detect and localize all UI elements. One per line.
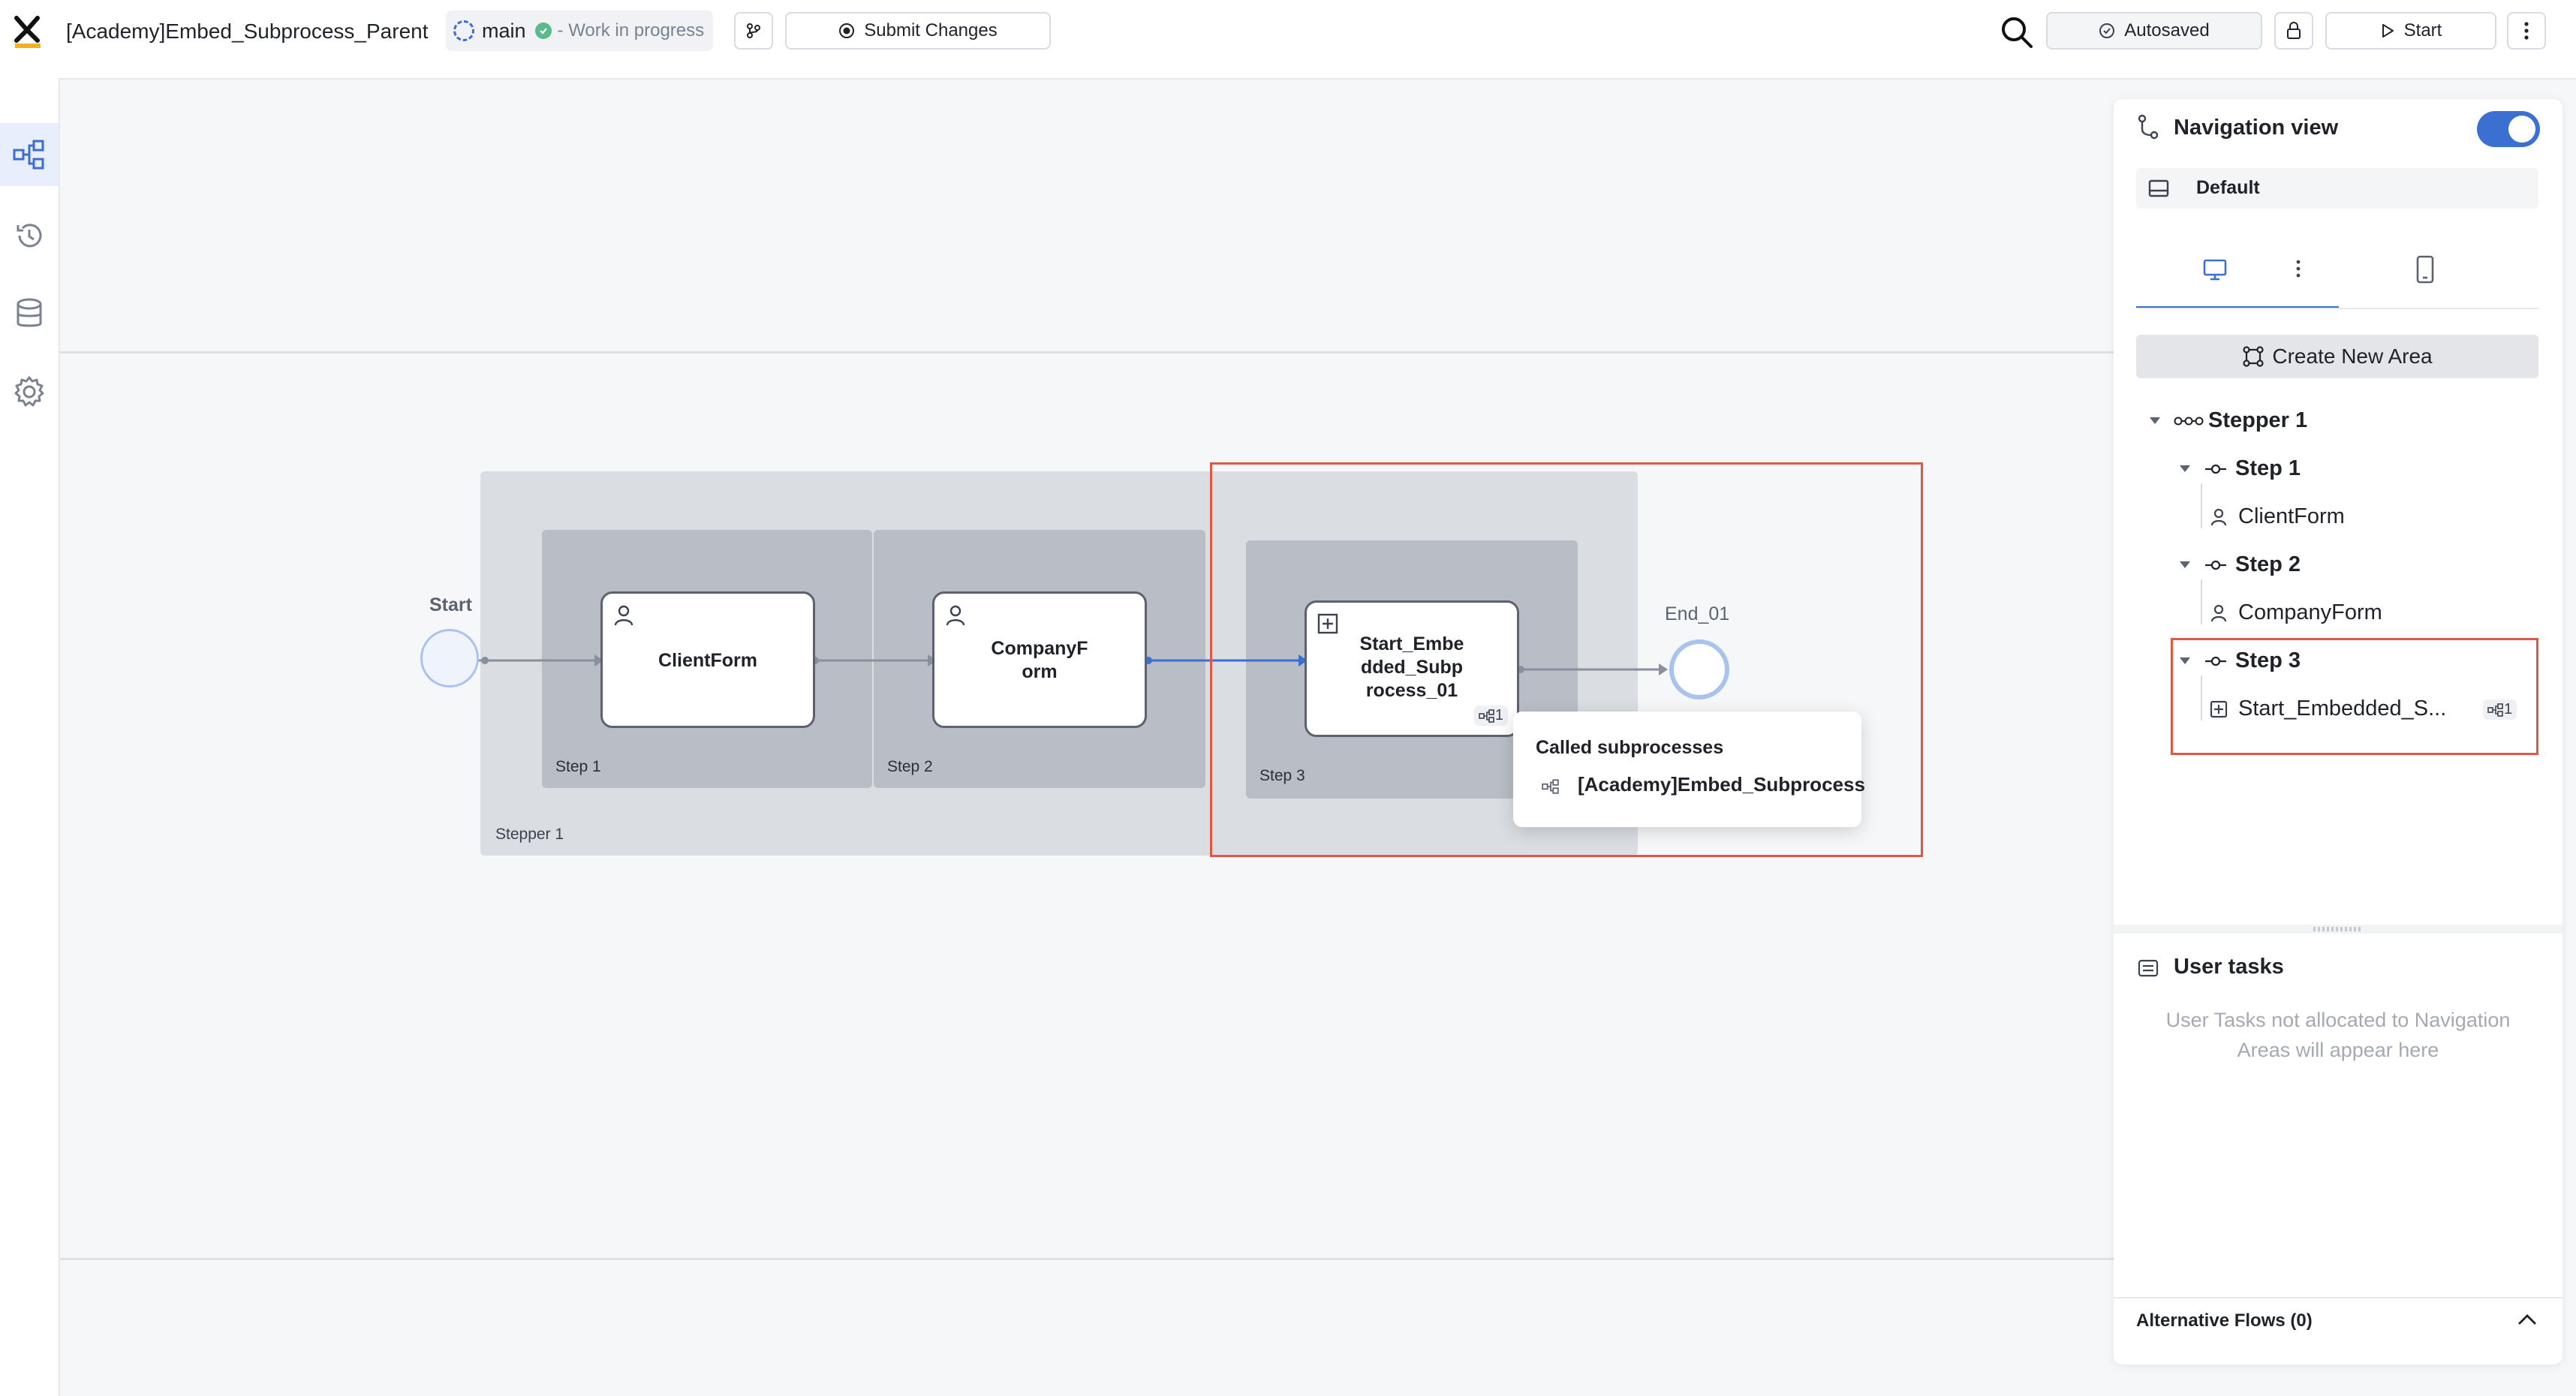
- chevron-up-icon[interactable]: [2516, 1312, 2538, 1327]
- navigation-view-toggle[interactable]: [2477, 111, 2540, 147]
- chevron-down-icon[interactable]: [2180, 657, 2190, 664]
- user-tasks-empty-line-1: User Tasks not allocated to Navigation: [2165, 1009, 2511, 1031]
- user-task-icon: [2210, 508, 2227, 525]
- layout-icon: [2148, 179, 2169, 197]
- tree-item-clientform[interactable]: ClientForm: [2210, 504, 2345, 529]
- tree-item-label: ClientForm: [2238, 504, 2345, 528]
- tree-item-label: Stepper 1: [2208, 408, 2308, 432]
- mobile-icon[interactable]: [2415, 255, 2435, 284]
- create-new-area-label: Create New Area: [2272, 344, 2433, 368]
- stepper-icon: [2174, 417, 2204, 425]
- grip-icon: [2313, 927, 2363, 931]
- panel-resize-handle[interactable]: [2114, 925, 2562, 934]
- chevron-down-icon[interactable]: [2180, 561, 2190, 568]
- task-node-companyform[interactable]: CompanyF orm: [932, 591, 1147, 728]
- subprocess-link-icon: [2487, 703, 2503, 717]
- alt-flows-divider: [2114, 1297, 2562, 1298]
- tabs-divider: [2136, 308, 2538, 309]
- tooltip-title: Called subprocesses: [1536, 737, 1724, 758]
- step-icon: [2205, 656, 2226, 666]
- create-new-area-button[interactable]: Create New Area: [2136, 335, 2538, 378]
- subprocess-link-icon: [1542, 779, 1559, 794]
- navigation-tree-icon: [2138, 114, 2159, 140]
- called-subprocesses-tooltip: Called subprocesses [Academy]Embed_Subpr…: [1513, 712, 1865, 827]
- tree-item-embedded-subprocess[interactable]: Start_Embedded_S...: [2210, 696, 2446, 721]
- chevron-down-icon[interactable]: [2150, 417, 2160, 424]
- task-label-line-2: orm: [1022, 661, 1058, 682]
- user-task-icon: [614, 605, 633, 626]
- start-event-label: Start: [429, 594, 472, 615]
- tree-indent-line: [2201, 675, 2202, 721]
- tree-item-label: CompanyForm: [2238, 600, 2382, 624]
- tree-item-companyform[interactable]: CompanyForm: [2210, 600, 2382, 625]
- subprocess-plus-icon: [2210, 700, 2228, 718]
- start-event[interactable]: [420, 629, 479, 687]
- called-subprocess-link[interactable]: [Academy]Embed_Subprocess: [1578, 773, 1865, 796]
- tree-item-label: Step 2: [2235, 552, 2301, 576]
- tree-item-step-2[interactable]: Step 2: [2180, 552, 2301, 577]
- user-tasks-empty-line-2: Areas will appear here: [2237, 1039, 2439, 1061]
- task-node-clientform[interactable]: ClientForm: [600, 591, 815, 728]
- toggle-knob: [2508, 116, 2535, 143]
- tree-indent-line: [2201, 579, 2202, 624]
- more-vertical-icon[interactable]: [2295, 258, 2301, 279]
- tree-item-stepper-1[interactable]: Stepper 1: [2150, 408, 2307, 433]
- list-icon: [2138, 959, 2159, 977]
- flow-start-dot: [481, 657, 489, 664]
- step-icon: [2205, 560, 2226, 570]
- desktop-icon[interactable]: [2202, 257, 2228, 282]
- tree-subprocess-count-badge[interactable]: 1: [2483, 700, 2517, 720]
- task-label: ClientForm: [658, 650, 757, 671]
- platform-config-selector[interactable]: Default: [2136, 168, 2538, 209]
- user-task-icon: [946, 605, 965, 626]
- tree-item-label: Step 3: [2235, 648, 2301, 672]
- alternative-flows-header[interactable]: Alternative Flows (0): [2136, 1310, 2313, 1331]
- user-task-icon: [2210, 604, 2227, 621]
- tree-item-step-1[interactable]: Step 1: [2180, 456, 2301, 481]
- subprocess-count: 1: [2504, 701, 2513, 718]
- tree-item-step-3[interactable]: Step 3: [2180, 648, 2301, 673]
- panel-title: Navigation view: [2174, 116, 2339, 140]
- create-area-icon: [2243, 346, 2264, 367]
- platform-config-label: Default: [2196, 177, 2260, 198]
- navigation-view-panel: Navigation view Default Create New Area: [2114, 99, 2562, 1364]
- tree-item-label: Start_Embedded_S...: [2238, 696, 2447, 721]
- user-tasks-title: User tasks: [2174, 955, 2284, 979]
- task-label-line-1: CompanyF: [991, 638, 1088, 659]
- step-icon: [2205, 464, 2226, 474]
- tree-indent-line: [2201, 483, 2202, 528]
- chevron-down-icon[interactable]: [2180, 465, 2190, 472]
- tree-item-label: Step 1: [2235, 456, 2301, 480]
